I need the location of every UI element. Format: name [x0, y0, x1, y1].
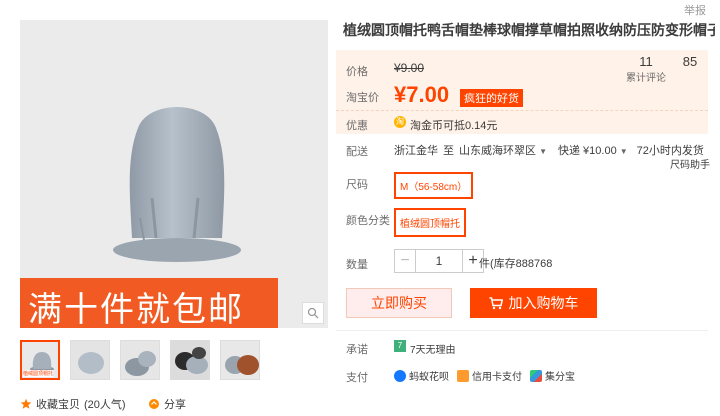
- share-label: 分享: [164, 399, 186, 411]
- promise-text[interactable]: 7天无理由: [410, 341, 456, 356]
- review-label: 累计评论: [626, 73, 666, 84]
- ship-from: 浙江金华: [394, 145, 438, 157]
- credit-card-icon: [457, 369, 469, 382]
- chevron-down-icon: ▼: [619, 147, 628, 156]
- zoom-button[interactable]: [302, 302, 324, 324]
- quantity-decrease-button[interactable]: −: [394, 249, 416, 273]
- cart-icon: [489, 296, 503, 309]
- taobao-price-label: 淘宝价: [346, 92, 379, 104]
- stock-text: 件(库存888768: [479, 258, 553, 270]
- size-helper-link[interactable]: 尺码助手: [670, 156, 710, 171]
- main-product-image[interactable]: 满十件就包邮: [20, 20, 328, 328]
- jifenbao-icon: [530, 369, 542, 382]
- buy-now-button[interactable]: 立即购买: [346, 288, 452, 318]
- sales-count: 85: [682, 54, 698, 69]
- promise-label: 承诺: [346, 344, 368, 356]
- coin-offset-text: 淘金币可抵0.14元: [410, 120, 498, 132]
- thumbnail-caption: 植绒圆顶帽托: [23, 370, 54, 377]
- magnifier-icon: [307, 307, 319, 319]
- seven-day-return-icon: 7: [394, 340, 406, 352]
- payment-jifenbao-label: 集分宝: [545, 372, 575, 383]
- thumbnail-5[interactable]: [220, 340, 260, 380]
- color-option[interactable]: 植绒圆顶帽托: [394, 208, 466, 237]
- coin-icon: 淘: [394, 116, 406, 128]
- review-count: 11: [639, 54, 653, 69]
- collect-item[interactable]: 收藏宝贝 (20人气): [20, 396, 126, 412]
- product-title: 植绒圆顶帽托鸭舌帽垫棒球帽撑草帽拍照收纳防压防变形帽子展示架: [343, 22, 715, 38]
- star-icon: [20, 398, 32, 409]
- thumbnail-strip: 植绒圆顶帽托: [20, 340, 260, 380]
- review-stat[interactable]: 11 累计评论: [622, 54, 670, 84]
- payment-label: 支付: [346, 372, 368, 384]
- perk-label: 优惠: [346, 120, 368, 132]
- add-to-cart-button[interactable]: 加入购物车: [470, 288, 597, 318]
- chevron-down-icon: ▼: [539, 147, 547, 156]
- section-divider: [336, 330, 708, 331]
- thumb-hat-icon: [221, 341, 259, 379]
- color-label: 颜色分类: [346, 215, 390, 227]
- payment-huabei-label: 蚂蚁花呗: [409, 372, 449, 383]
- report-link[interactable]: 举报: [684, 2, 706, 18]
- hat-stand-illustration: [113, 107, 241, 262]
- ship-method-selector[interactable]: 快递 ¥10.00 ▼: [558, 142, 628, 158]
- thumbnail-4[interactable]: [170, 340, 210, 380]
- ship-to-word: 至: [443, 145, 454, 157]
- payment-jifenbao[interactable]: 集分宝: [530, 368, 575, 383]
- huabei-icon: [394, 369, 406, 382]
- payment-methods: 蚂蚁花呗 信用卡支付 集分宝: [394, 368, 583, 383]
- quantity-label: 数量: [346, 259, 368, 271]
- payment-huabei[interactable]: 蚂蚁花呗: [394, 368, 449, 383]
- sales-stat: 85: [676, 54, 704, 69]
- size-option[interactable]: M（56-58cm）: [394, 172, 474, 199]
- promo-tag: 疯狂的好货: [460, 89, 523, 107]
- thumbnail-2[interactable]: [70, 340, 110, 380]
- ship-to-selector[interactable]: 山东威海环翠区 ▼: [459, 142, 547, 158]
- promo-banner-text: 满十件就包邮: [28, 290, 244, 328]
- thumb-hat-icon: [171, 341, 209, 379]
- collect-label: 收藏宝贝: [36, 399, 80, 411]
- price-label: 价格: [346, 66, 368, 78]
- quantity-input[interactable]: 1: [416, 249, 462, 273]
- thumbnail-3[interactable]: [120, 340, 160, 380]
- add-to-cart-label: 加入购物车: [508, 295, 579, 311]
- size-label: 尺码: [346, 179, 368, 191]
- quantity-stepper: − 1 +: [394, 249, 484, 273]
- share-icon: [149, 399, 159, 409]
- payment-credit-card-label: 信用卡支付: [472, 372, 522, 383]
- share-button[interactable]: 分享: [148, 396, 186, 412]
- thumbnail-1[interactable]: 植绒圆顶帽托: [20, 340, 60, 380]
- taobao-price: ¥7.00: [394, 82, 450, 107]
- price-panel: 价格 ¥9.00 淘宝价 ¥7.00 疯狂的好货 优惠 淘 淘金币可抵0.14元…: [336, 50, 708, 134]
- shipping-info: 浙江金华 至 山东威海环翠区 ▼ 快递 ¥10.00 ▼ 72小时内发货: [394, 142, 704, 158]
- original-price: ¥9.00: [394, 61, 425, 75]
- promo-banner: 满十件就包邮: [20, 278, 278, 328]
- shipping-label: 配送: [346, 146, 368, 158]
- thumb-hat-icon: [71, 341, 109, 379]
- payment-credit-card[interactable]: 信用卡支付: [457, 368, 522, 383]
- price-divider: [336, 110, 708, 111]
- collect-count: (20人气): [84, 399, 126, 411]
- thumb-hat-icon: [121, 341, 159, 379]
